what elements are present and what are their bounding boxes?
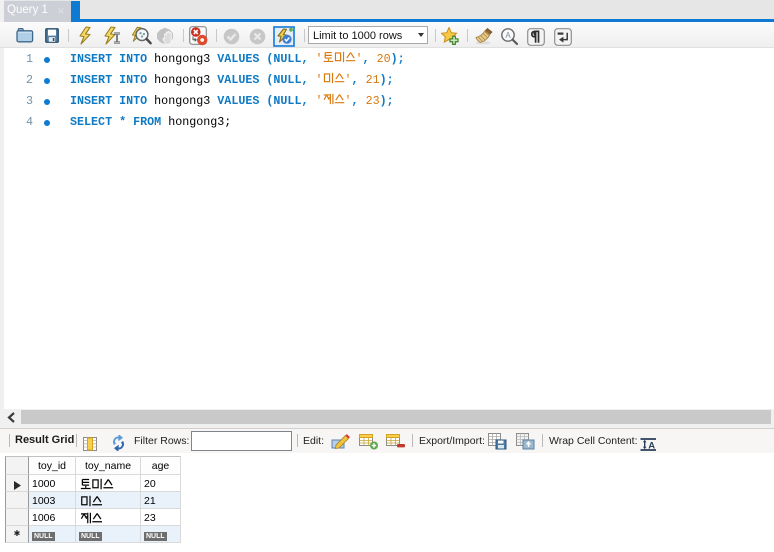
svg-text:A: A (648, 441, 655, 451)
svg-text:A: A (505, 31, 511, 40)
